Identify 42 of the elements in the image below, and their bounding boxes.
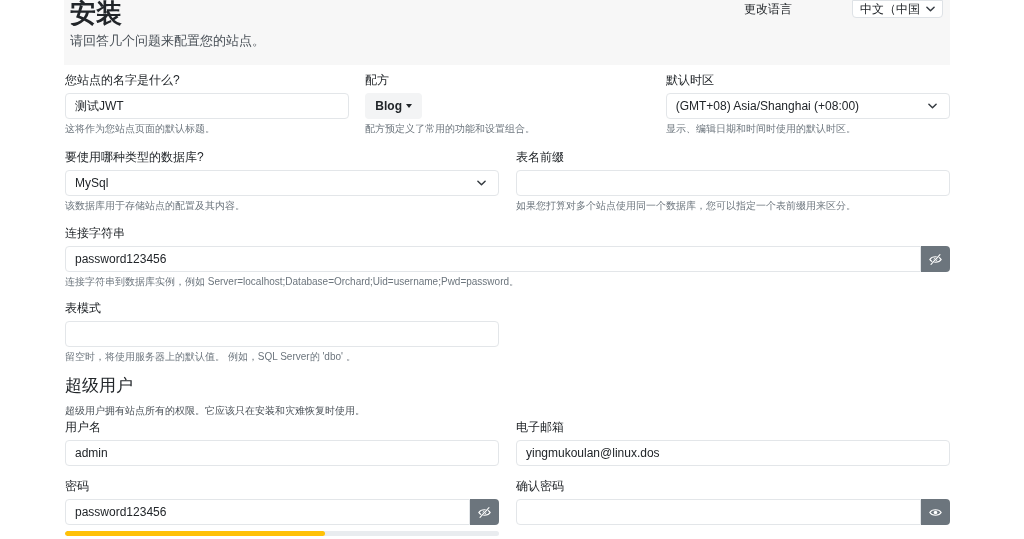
field-label: 密码 (65, 479, 90, 493)
field-label: 表模式 (65, 301, 102, 315)
section-heading: 超级用户 (65, 375, 133, 397)
confirm-password-input[interactable] (516, 499, 921, 525)
table-schema-input[interactable] (65, 321, 499, 347)
table-prefix-input[interactable] (516, 170, 950, 196)
database-select[interactable]: MySql (65, 170, 499, 196)
field-hint: 如果您打算对多个站点使用同一个数据库，您可以指定一个表前缀用来区分。 (516, 199, 857, 213)
field-label: 确认密码 (516, 479, 565, 493)
field-label: 用户名 (65, 420, 102, 434)
field-hint: 显示、编辑日期和时间时使用的默认时区。 (665, 122, 857, 136)
field-hint: 连接字符串到数据库实例，例如 Server=localhost;Database=Orchard;Uid=username;Pwd=password。 (65, 275, 521, 289)
password-input[interactable]: password123456 (65, 499, 470, 525)
email-input[interactable]: yingmukoulan@linux.dos (516, 440, 950, 466)
field-label: 表名前缀 (516, 150, 565, 164)
field-hint: 配方预定义了常用的功能和设置组合。 (365, 122, 536, 136)
site-name-input[interactable]: 测试JWT (65, 93, 350, 119)
field-label: 默认时区 (665, 73, 715, 87)
field-hint: 该数据库用于存储站点的配置及其内容。 (65, 199, 246, 213)
toggle-visibility-button[interactable] (470, 499, 499, 525)
recipe-dropdown-button[interactable]: Blog (365, 93, 422, 119)
field-hint: 留空时，将使用服务器上的默认值。 例如，SQL Server的 'dbo' 。 (65, 350, 357, 364)
chevron-down-icon (928, 103, 937, 109)
timezone-select[interactable]: (GMT+08) Asia/Shanghai (+08:00) (665, 93, 950, 119)
language-label: 更改语言 (744, 2, 792, 16)
page-subtitle: 请回答几个问题来配置您的站点。 (70, 33, 265, 49)
toggle-visibility-button[interactable] (921, 499, 950, 525)
field-hint: 这将作为您站点页面的默认标题。 (65, 122, 216, 136)
field-label: 您站点的名字是什么? (65, 73, 181, 87)
username-input[interactable]: admin (65, 440, 499, 466)
section-description: 超级用户拥有站点所有的权限。它应该只在安装和灾难恢复时使用。 (65, 404, 365, 418)
toggle-visibility-button[interactable] (921, 246, 950, 272)
chevron-down-icon (926, 6, 935, 12)
language-select[interactable]: 中文（中国 (852, 0, 943, 18)
field-label: 连接字符串 (65, 226, 126, 240)
field-label: 电子邮箱 (516, 420, 565, 434)
caret-down-icon (406, 104, 412, 108)
connection-string-input[interactable]: password123456 (65, 246, 921, 272)
field-label: 配方 (365, 73, 390, 87)
page-title: 安装 (70, 0, 123, 27)
field-label: 要使用哪种类型的数据库? (65, 150, 205, 164)
chevron-down-icon (477, 180, 486, 186)
